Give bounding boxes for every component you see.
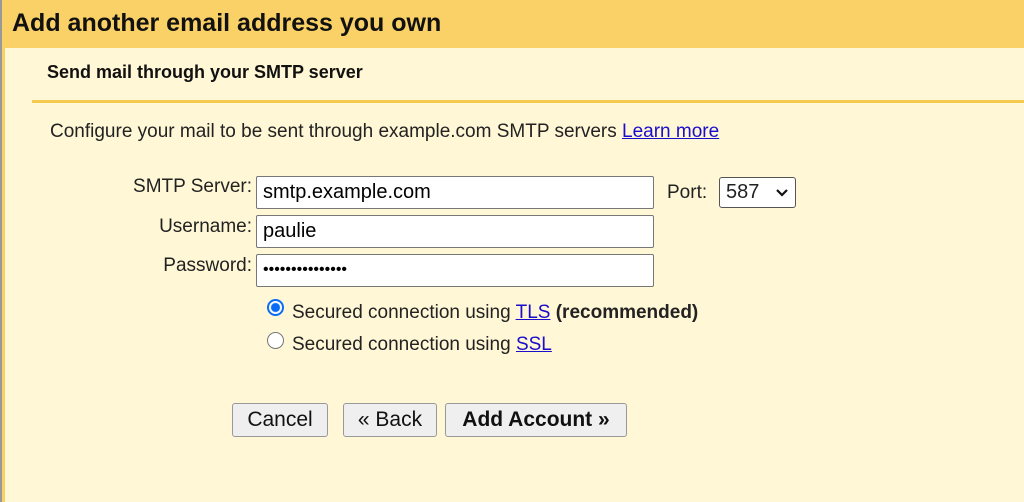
port-value: 587 [726,181,760,203]
description-text: Configure your mail to be sent through e… [50,121,623,142]
port-select[interactable]: 587 [719,177,796,208]
learn-more-link[interactable]: Learn more [622,121,719,142]
username-input[interactable]: paulie [256,215,654,248]
port-label: Port: [667,182,708,203]
recommended-text: (recommended) [555,302,699,323]
smtp-server-label: SMTP Server: [133,176,252,197]
chevron-down-icon [775,181,789,204]
tls-text: Secured connection using [292,302,516,323]
add-account-button[interactable]: Add Account » [445,403,627,437]
tls-radio[interactable] [267,299,284,316]
tls-link[interactable]: TLS [516,302,551,323]
back-button[interactable]: « Back [343,403,437,437]
ssl-option: Secured connection using SSL [292,334,552,356]
cancel-button[interactable]: Cancel [232,403,328,437]
left-border [0,0,5,502]
ssl-radio[interactable] [267,332,284,349]
ssl-text: Secured connection using [292,334,516,355]
password-label: Password: [163,255,252,276]
password-input[interactable]: ••••••••••••••• [256,254,654,287]
smtp-server-input[interactable]: smtp.example.com [256,176,654,209]
divider [32,100,1024,103]
username-label: Username: [159,216,252,237]
description: Configure your mail to be sent through e… [50,121,719,143]
section-title: Send mail through your SMTP server [47,62,363,82]
dialog-title: Add another email address you own [12,9,442,37]
ssl-link[interactable]: SSL [516,334,552,355]
tls-option: Secured connection using TLS (recommende… [292,302,698,324]
